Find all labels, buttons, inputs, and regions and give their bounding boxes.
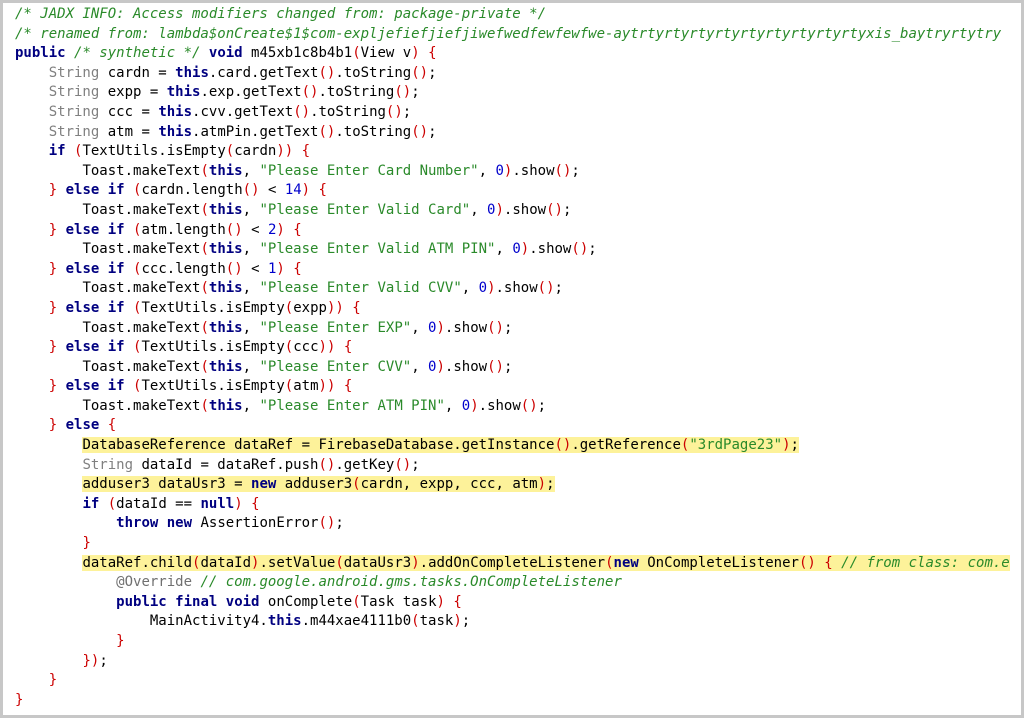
highlighted-code: DatabaseReference dataRef = FirebaseData…: [82, 437, 799, 454]
code-text: public /* synthetic */ void m45xb1c8b4b1…: [15, 45, 437, 62]
code-line: Toast.makeText(this, "Please Enter Valid…: [15, 279, 1010, 299]
code-text: /* JADX INFO: Access modifiers changed f…: [15, 6, 547, 22]
code-text: });: [82, 652, 108, 669]
code-text: } else if (cardn.length() < 14) {: [48, 182, 327, 199]
code-line: @Override // com.google.android.gms.task…: [15, 573, 1010, 593]
code-line: } else if (atm.length() < 2) {: [15, 221, 1010, 241]
code-line: dataRef.child(dataId).setValue(dataUsr3)…: [15, 554, 1010, 574]
code-line: Toast.makeText(this, "Please Enter Card …: [15, 162, 1010, 182]
code-line: Toast.makeText(this, "Please Enter CVV",…: [15, 358, 1010, 378]
code-line: /* renamed from: lambda$onCreate$1$com-e…: [15, 25, 1010, 45]
code-text: } else if (TextUtils.isEmpty(expp)) {: [48, 299, 361, 316]
code-line: } else {: [15, 416, 1010, 436]
code-text: Toast.makeText(this, "Please Enter ATM P…: [82, 397, 547, 414]
code-line: public final void onComplete(Task task) …: [15, 593, 1010, 613]
code-text: }: [48, 672, 58, 689]
code-viewer-panel: /* JADX INFO: Access modifiers changed f…: [0, 0, 1024, 718]
code-text: if (TextUtils.isEmpty(cardn)) {: [48, 143, 311, 160]
code-text: } else if (atm.length() < 2) {: [48, 221, 302, 238]
code-line: } else if (TextUtils.isEmpty(expp)) {: [15, 299, 1010, 319]
code-line: Toast.makeText(this, "Please Enter Valid…: [15, 201, 1010, 221]
code-text: Toast.makeText(this, "Please Enter Valid…: [82, 201, 572, 218]
code-line: throw new AssertionError();: [15, 514, 1010, 534]
code-line: /* JADX INFO: Access modifiers changed f…: [15, 5, 1010, 25]
code-text: MainActivity4.this.m44xae4111b0(task);: [149, 613, 471, 630]
code-text: Toast.makeText(this, "Please Enter Card …: [82, 162, 580, 179]
code-line: }: [15, 671, 1010, 691]
code-line: String expp = this.exp.getText().toStrin…: [15, 83, 1010, 103]
code-line: });: [15, 652, 1010, 672]
code-text: Toast.makeText(this, "Please Enter CVV",…: [82, 358, 513, 375]
code-text: @Override // com.google.android.gms.task…: [116, 574, 622, 591]
code-line: String dataId = dataRef.push().getKey();: [15, 456, 1010, 476]
code-line: }: [15, 632, 1010, 652]
code-line: }: [15, 691, 1010, 711]
code-line: Toast.makeText(this, "Please Enter EXP",…: [15, 319, 1010, 339]
code-text: } else if (TextUtils.isEmpty(atm)) {: [48, 378, 353, 395]
code-text: } else if (TextUtils.isEmpty(ccc)) {: [48, 339, 353, 356]
code-text: Toast.makeText(this, "Please Enter EXP",…: [82, 319, 513, 336]
code-line: Toast.makeText(this, "Please Enter Valid…: [15, 240, 1010, 260]
highlighted-code: dataRef.child(dataId).setValue(dataUsr3)…: [82, 554, 1010, 571]
code-text: String ccc = this.cvv.getText().toString…: [48, 103, 412, 120]
highlighted-code: adduser3 dataUsr3 = new adduser3(cardn, …: [82, 476, 555, 493]
code-line: String atm = this.atmPin.getText().toStr…: [15, 123, 1010, 143]
code-text: public final void onComplete(Task task) …: [116, 593, 462, 610]
code-line: if (TextUtils.isEmpty(cardn)) {: [15, 142, 1010, 162]
code-line: } else if (cardn.length() < 14) {: [15, 181, 1010, 201]
code-line: if (dataId == null) {: [15, 495, 1010, 515]
code-line: MainActivity4.this.m44xae4111b0(task);: [15, 612, 1010, 632]
code-text: String cardn = this.card.getText().toStr…: [48, 64, 437, 81]
code-line: DatabaseReference dataRef = FirebaseData…: [15, 436, 1010, 456]
code-text: if (dataId == null) {: [82, 495, 260, 512]
code-line: } else if (TextUtils.isEmpty(atm)) {: [15, 377, 1010, 397]
code-text: String dataId = dataRef.push().getKey();: [82, 456, 420, 473]
code-text: Toast.makeText(this, "Please Enter Valid…: [82, 280, 563, 297]
code-line: String ccc = this.cvv.getText().toString…: [15, 103, 1010, 123]
code-line: } else if (ccc.length() < 1) {: [15, 260, 1010, 280]
code-text: Toast.makeText(this, "Please Enter Valid…: [82, 241, 597, 258]
code-text: throw new AssertionError();: [116, 515, 344, 532]
code-line: String cardn = this.card.getText().toStr…: [15, 64, 1010, 84]
code-text: } else {: [48, 417, 117, 434]
decompiled-source-code: /* JADX INFO: Access modifiers changed f…: [15, 5, 1010, 710]
code-line: }: [15, 534, 1010, 554]
code-line: public /* synthetic */ void m45xb1c8b4b1…: [15, 44, 1010, 64]
code-text: }: [116, 633, 125, 649]
code-line: adduser3 dataUsr3 = new adduser3(cardn, …: [15, 475, 1010, 495]
code-text: }: [82, 535, 91, 552]
code-line: } else if (TextUtils.isEmpty(ccc)) {: [15, 338, 1010, 358]
code-text: }: [15, 691, 24, 708]
code-text: /* renamed from: lambda$onCreate$1$com-e…: [15, 25, 1002, 42]
code-text: String atm = this.atmPin.getText().toStr…: [48, 123, 437, 140]
code-text: } else if (ccc.length() < 1) {: [48, 260, 302, 277]
code-text: String expp = this.exp.getText().toStrin…: [48, 84, 420, 101]
code-line: Toast.makeText(this, "Please Enter ATM P…: [15, 397, 1010, 417]
